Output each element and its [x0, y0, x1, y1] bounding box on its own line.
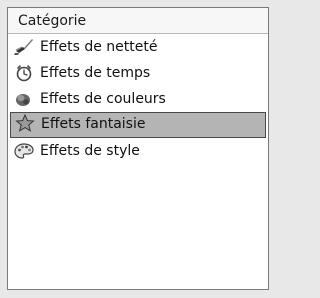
list-item-temps[interactable]: Effets de temps: [8, 60, 268, 86]
list-item-label: Effets de netteté: [40, 39, 158, 55]
list-item-label: Effets de style: [40, 143, 140, 159]
list-item-label: Effets fantaisie: [41, 116, 146, 132]
list-item-couleurs[interactable]: Effets de couleurs: [8, 86, 268, 112]
list-item-fantaisie[interactable]: Effets fantaisie: [10, 112, 266, 138]
clock-icon: [14, 64, 34, 82]
list-item-style[interactable]: Effets de style: [8, 138, 268, 164]
category-panel: Catégorie Effets de netteté Effets de te…: [7, 7, 269, 290]
color-blob-icon: [14, 90, 34, 108]
list-item-nettete[interactable]: Effets de netteté: [8, 34, 268, 60]
list-item-label: Effets de temps: [40, 65, 151, 81]
category-header[interactable]: Catégorie: [8, 8, 268, 34]
brush-icon: [14, 38, 34, 56]
list-item-label: Effets de couleurs: [40, 91, 166, 107]
category-list: Effets de netteté Effets de temps Effets…: [8, 34, 268, 164]
palette-icon: [14, 142, 34, 160]
star-icon: [15, 114, 35, 132]
